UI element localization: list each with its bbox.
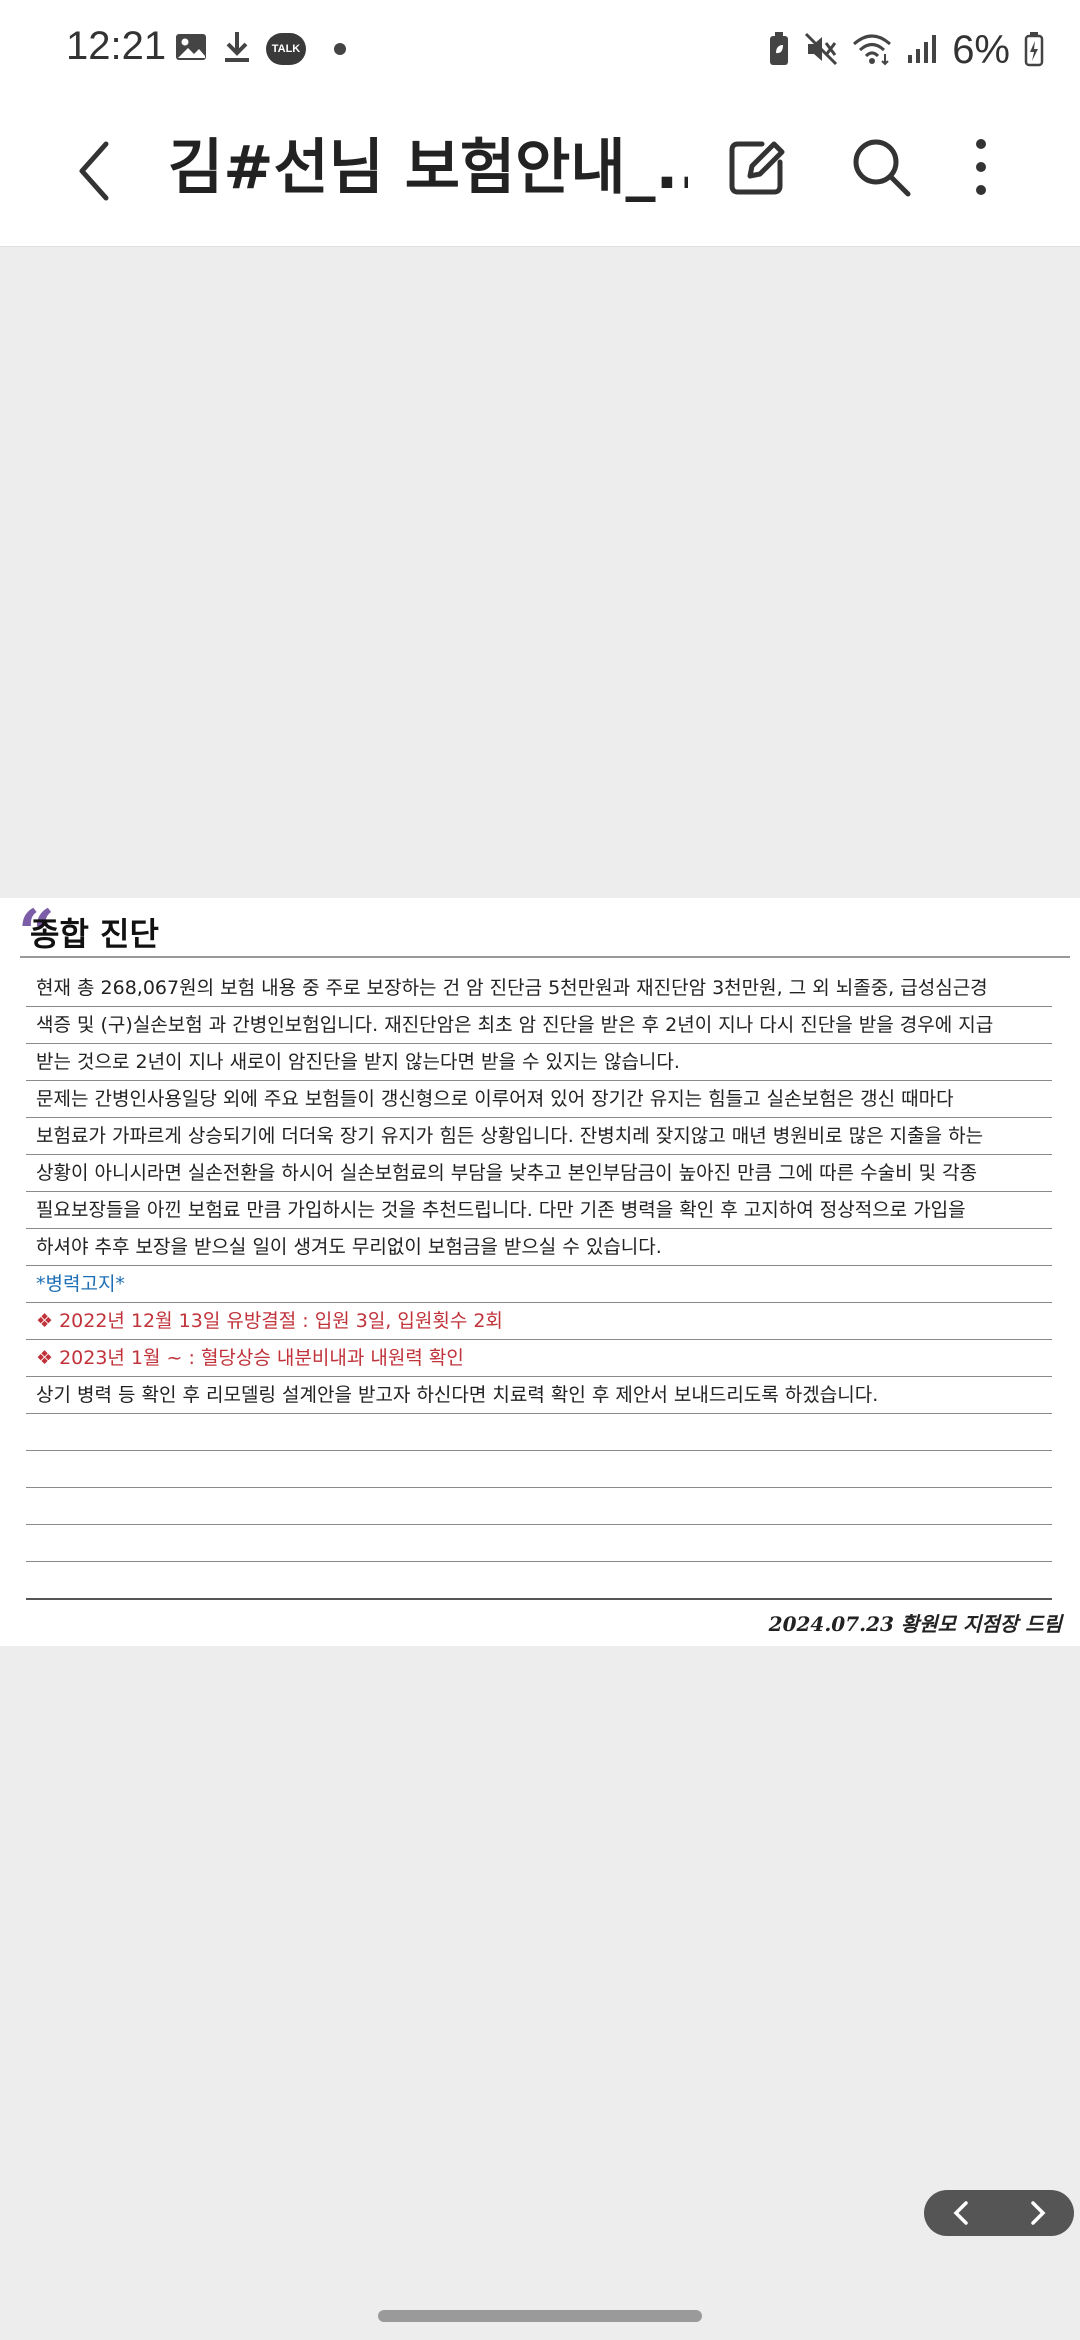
- document-line: 색증 및 (구)실손보험 과 간병인보험입니다. 재진단암은 최초 암 진단을 …: [26, 1007, 1052, 1044]
- document-line: [26, 1562, 1052, 1600]
- heading-divider: [20, 956, 1070, 958]
- system-icons: 6%: [768, 28, 1044, 73]
- more-options-button[interactable]: [956, 132, 1006, 202]
- document-line: 필요보장들을 아낀 보험료 만큼 가입하시는 것을 추천드립니다. 다만 기존 …: [26, 1192, 1052, 1229]
- document-line: 하셔야 추후 보장을 받으실 일이 생겨도 무리없이 보험금을 받으실 수 있습…: [26, 1229, 1052, 1266]
- search-icon: [853, 139, 911, 197]
- prev-page-button[interactable]: [942, 2193, 982, 2233]
- document-line: 현재 총 268,067원의 보험 내용 중 주로 보장하는 건 암 진단금 5…: [26, 970, 1052, 1007]
- edit-icon: [729, 141, 785, 195]
- dot-icon: [334, 43, 346, 55]
- battery-percent: 6%: [952, 28, 1010, 72]
- status-bar: 12:21 TALK 6%: [0, 0, 1080, 100]
- page-navigator: [924, 2190, 1074, 2236]
- chevron-right-icon: [1030, 2201, 1045, 2225]
- document-line: ❖ 2022년 12월 13일 유방결절 : 입원 3일, 입원횟수 2회: [26, 1303, 1052, 1340]
- signature: 2024.07.23 황원모 지점장 드림: [768, 1612, 1062, 1636]
- document-line: 받는 것으로 2년이 지나 새로이 암진단을 받지 않는다면 받을 수 있지는 …: [26, 1044, 1052, 1081]
- battery-icon: [1024, 31, 1044, 71]
- document-page: “ 종합 진단 현재 총 268,067원의 보험 내용 중 주로 보장하는 건…: [0, 898, 1080, 1646]
- gesture-handle[interactable]: [378, 2310, 702, 2322]
- document-line: 상황이 아니시라면 실손전환을 하시어 실손보험료의 부담을 낮추고 본인부담금…: [26, 1155, 1052, 1192]
- document-line: *병력고지*: [26, 1266, 1052, 1303]
- search-button[interactable]: [846, 132, 916, 202]
- document-line: [26, 1488, 1052, 1525]
- download-icon: [222, 30, 252, 68]
- edit-button[interactable]: [722, 132, 792, 202]
- image-icon: [174, 32, 208, 66]
- heading-text: 종합 진단: [30, 915, 159, 953]
- signal-icon: [906, 33, 938, 69]
- document-line: [26, 1451, 1052, 1488]
- back-icon: [79, 141, 109, 201]
- document-line: ❖ 2023년 1월 ~ : 혈당상승 내분비내과 내원력 확인: [26, 1340, 1052, 1377]
- next-page-button[interactable]: [1017, 2193, 1057, 2233]
- document-line: 보험료가 가파르게 상승되기에 더더욱 장기 유지가 힘든 상황입니다. 잔병치…: [26, 1118, 1052, 1155]
- document-title: 김#선님 보험안내_...: [168, 133, 688, 203]
- more-icon: [976, 139, 986, 195]
- document-line: 문제는 간병인사용일당 외에 주요 보험들이 갱신형으로 이루어져 있어 장기간…: [26, 1081, 1052, 1118]
- back-button[interactable]: [62, 136, 132, 206]
- wifi-icon: [852, 32, 892, 70]
- kakaotalk-icon: TALK: [266, 33, 306, 65]
- document-line: 상기 병력 등 확인 후 리모델링 설계안을 받고자 하신다면 치료력 확인 후…: [26, 1377, 1052, 1414]
- document-line: [26, 1414, 1052, 1451]
- chevron-left-icon: [953, 2201, 968, 2225]
- document-lines: 현재 총 268,067원의 보험 내용 중 주로 보장하는 건 암 진단금 5…: [26, 970, 1052, 1600]
- document-line: [26, 1525, 1052, 1562]
- battery-saver-icon: [768, 31, 790, 71]
- notification-icons: TALK: [174, 30, 346, 68]
- mute-icon: [804, 32, 838, 70]
- status-time: 12:21: [66, 24, 167, 68]
- app-bar: 김#선님 보험안내_...: [0, 100, 1080, 247]
